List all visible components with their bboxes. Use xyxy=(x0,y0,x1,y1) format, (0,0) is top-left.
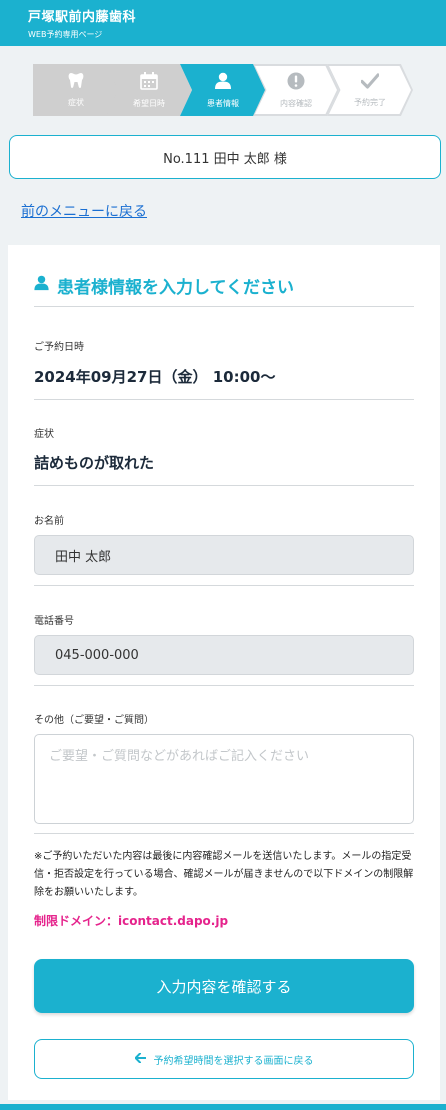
divider xyxy=(34,399,414,400)
phone-label: 電話番号 xyxy=(34,616,74,627)
arrow-left-icon xyxy=(134,1052,146,1066)
check-icon xyxy=(360,72,380,93)
divider xyxy=(34,306,414,307)
step-datetime: 希望日時 xyxy=(106,64,192,116)
date-label: ご予約日時 xyxy=(34,342,84,353)
back-to-menu-link[interactable]: 前のメニューに戻る xyxy=(21,201,147,221)
date-value: 2024年09月27日（金） 10:00〜 xyxy=(34,368,276,386)
step-label: 希望日時 xyxy=(133,98,165,108)
name-field: 田中 太郎 xyxy=(34,535,414,575)
footer-bar xyxy=(0,1104,446,1110)
symptom-label: 症状 xyxy=(34,429,54,440)
step-confirm: 内容確認 xyxy=(253,64,339,116)
name-label: お名前 xyxy=(34,516,64,527)
patient-form-card: 患者様情報を入力してください ご予約日時 2024年09月27日（金） 10:0… xyxy=(8,245,440,1100)
divider xyxy=(34,685,414,686)
tooth-icon xyxy=(68,72,84,93)
step-label: 予約完了 xyxy=(354,97,386,107)
step-label: 症状 xyxy=(68,98,84,107)
calendar-icon xyxy=(140,71,158,94)
divider xyxy=(34,485,414,486)
step-label: 患者情報 xyxy=(207,98,239,108)
email-notice: ※ご予約いただいた内容は最後に内容確認メールを送信いたします。メールの指定受信・… xyxy=(34,851,414,898)
other-label: その他（ご要望・ご質問） xyxy=(34,715,154,726)
form-title-text: 患者様情報を入力してください xyxy=(57,278,294,298)
divider xyxy=(34,585,414,586)
return-to-time-select-button[interactable]: 予約希望時間を選択する画面に戻る xyxy=(34,1039,414,1079)
step-symptom: 症状 xyxy=(33,64,119,116)
step-patient-info: 患者情報 xyxy=(180,64,266,116)
person-icon xyxy=(215,72,231,94)
divider xyxy=(34,833,414,834)
step-complete: 予約完了 xyxy=(327,64,413,116)
progress-steps: 症状 希望日時 患者情報 内容確認 予約完了 xyxy=(33,64,413,116)
exclamation-icon xyxy=(287,72,305,94)
symptom-value: 詰めものが取れた xyxy=(34,454,155,472)
header-subtitle: WEB予約専用ページ xyxy=(28,30,103,39)
site-header: 戸塚駅前内藤歯科 WEB予約専用ページ xyxy=(0,0,446,46)
phone-field: 045-000-000 xyxy=(34,635,414,675)
other-textarea[interactable] xyxy=(34,734,414,824)
confirm-input-button[interactable]: 入力内容を確認する xyxy=(34,959,414,1013)
step-label: 内容確認 xyxy=(280,98,312,108)
restricted-domain: 制限ドメイン：icontact.dapo.jp xyxy=(34,914,229,928)
clinic-name: 戸塚駅前内藤歯科 xyxy=(28,10,137,25)
form-title: 患者様情報を入力してください xyxy=(34,273,414,298)
return-button-label: 予約希望時間を選択する画面に戻る xyxy=(153,1055,314,1067)
patient-display: No.111 田中 太郎 様 xyxy=(9,135,441,179)
person-icon xyxy=(34,275,49,296)
